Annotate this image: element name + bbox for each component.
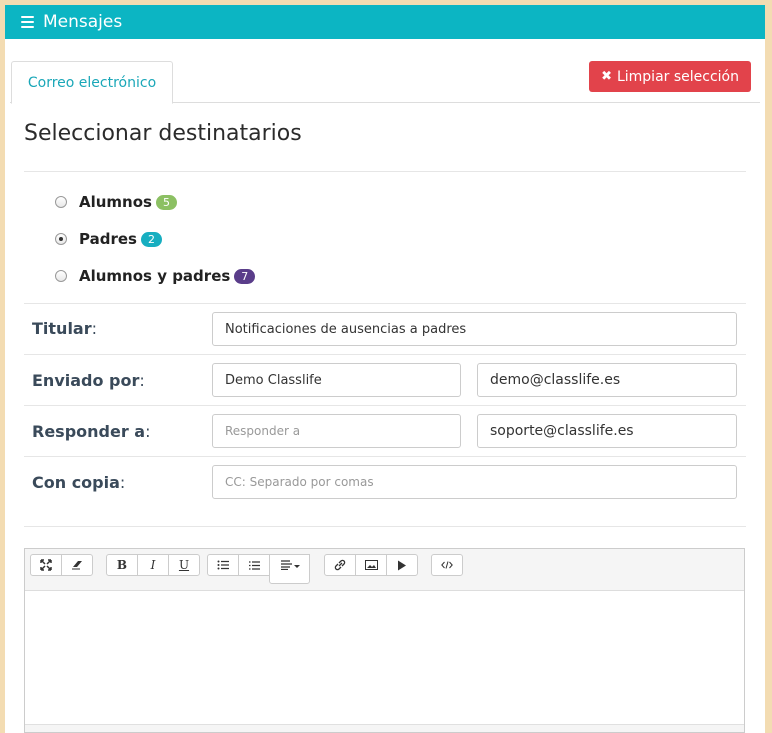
ordered-list-icon[interactable] <box>238 554 270 576</box>
divider <box>24 171 746 172</box>
recipient-option-students[interactable]: Alumnos 5 <box>55 193 177 211</box>
cc-input[interactable]: CC: Separado por comas <box>212 465 737 499</box>
eraser-icon[interactable] <box>61 554 93 576</box>
divider <box>24 303 746 304</box>
sender-email-input[interactable]: demo@classlife.es <box>477 363 737 397</box>
clear-selection-button[interactable]: ✖ Limpiar selección <box>589 61 751 92</box>
subject-input[interactable]: Notificaciones de ausencias a padres <box>212 312 737 346</box>
panel-title: Mensajes <box>43 12 123 32</box>
radio-both[interactable] <box>55 270 67 282</box>
italic-button[interactable]: I <box>137 554 169 576</box>
recipient-label: Alumnos <box>79 193 152 211</box>
align-dropdown[interactable] <box>269 554 310 584</box>
cc-label: Con copia: <box>32 473 126 492</box>
recipient-label: Alumnos y padres <box>79 267 231 285</box>
divider <box>24 526 746 527</box>
divider <box>24 456 746 457</box>
underline-button[interactable]: U <box>168 554 200 576</box>
count-badge: 7 <box>234 268 256 284</box>
fullscreen-icon[interactable] <box>30 554 62 576</box>
recipient-option-parents[interactable]: Padres 2 <box>55 230 162 248</box>
tab-email-label: Correo electrónico <box>27 74 157 91</box>
section-title: Seleccionar destinatarios <box>24 121 302 146</box>
reply-to-name-input[interactable]: Responder a <box>212 414 461 448</box>
code-group <box>431 554 463 576</box>
tab-bar: Correo electrónico ✖ Limpiar selección <box>10 39 760 104</box>
view-group <box>30 554 93 576</box>
rich-text-editor[interactable]: B I U <box>24 548 745 733</box>
reply-to-label: Responder a: <box>32 422 151 441</box>
paragraph-group <box>207 554 310 584</box>
count-badge: 5 <box>155 194 177 210</box>
sender-name-input[interactable]: Demo Classlife <box>212 363 461 397</box>
panel-header[interactable]: Mensajes <box>5 5 765 39</box>
editor-content-area[interactable] <box>25 591 744 721</box>
picture-icon[interactable] <box>355 554 387 576</box>
editor-resize-handle[interactable] <box>25 724 744 732</box>
bold-button[interactable]: B <box>106 554 138 576</box>
menu-icon[interactable] <box>21 16 34 28</box>
unordered-list-icon[interactable] <box>207 554 239 576</box>
subject-label: Titular: <box>32 319 97 338</box>
editor-toolbar: B I U <box>25 549 744 591</box>
close-icon: ✖ <box>601 69 612 84</box>
radio-students[interactable] <box>55 196 67 208</box>
recipient-label: Padres <box>79 230 137 248</box>
insert-group <box>324 554 418 576</box>
link-icon[interactable] <box>324 554 356 576</box>
reply-to-email-input[interactable]: soporte@classlife.es <box>477 414 737 448</box>
font-style-group: B I U <box>106 554 200 576</box>
play-icon[interactable] <box>386 554 418 576</box>
divider <box>24 405 746 406</box>
radio-parents[interactable] <box>55 233 67 245</box>
recipient-option-both[interactable]: Alumnos y padres 7 <box>55 267 256 285</box>
count-badge: 2 <box>140 231 162 247</box>
divider <box>24 354 746 355</box>
code-icon[interactable] <box>431 554 463 576</box>
clear-selection-label: Limpiar selección <box>616 68 739 85</box>
sent-by-label: Enviado por: <box>32 371 145 390</box>
tab-email[interactable]: Correo electrónico <box>11 61 173 104</box>
messages-panel: Mensajes Correo electrónico ✖ Limpiar se… <box>5 5 765 733</box>
